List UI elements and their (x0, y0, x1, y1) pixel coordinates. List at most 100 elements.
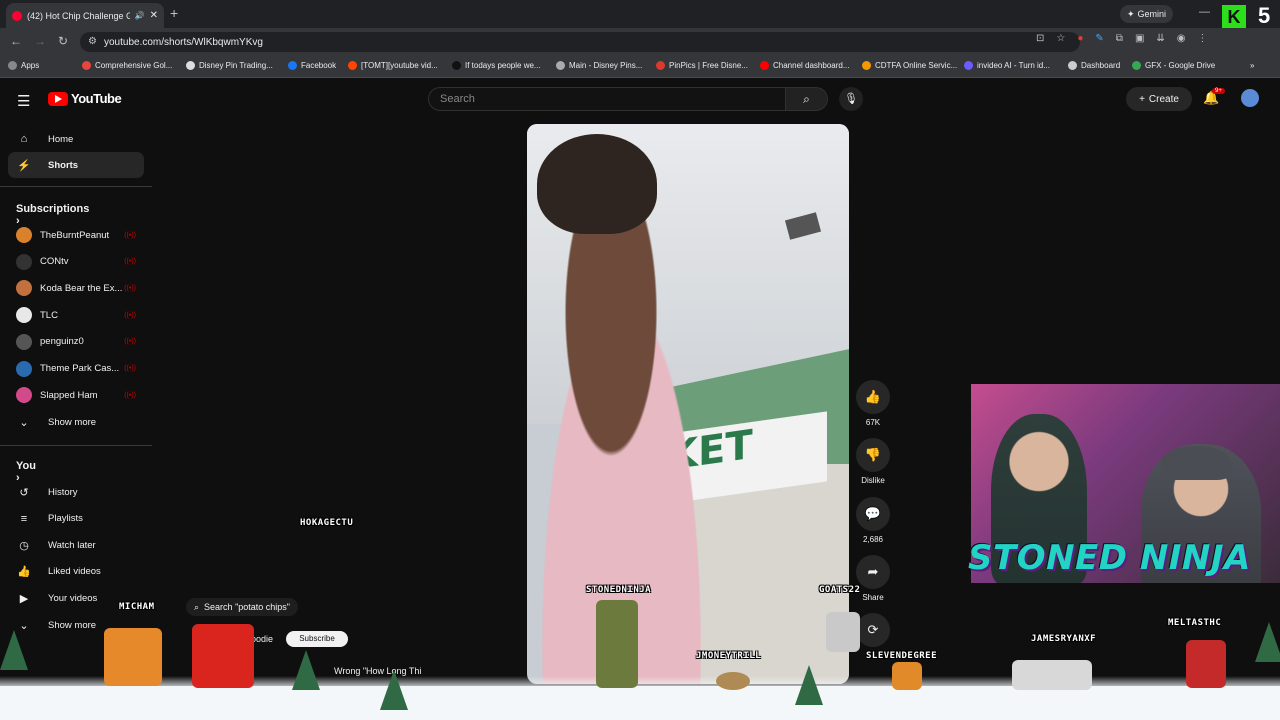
profile-icon[interactable]: ◉ (1177, 33, 1186, 44)
bookmark-item[interactable]: PinPics | Free Disne... (656, 61, 748, 70)
tab-search-icon[interactable]: ⇊ (1156, 33, 1164, 44)
chat-username: JMONEYTRILL (696, 651, 762, 661)
sidebar-item-label: Show more (48, 416, 97, 428)
cat-sprite (1012, 660, 1092, 690)
search-suggestion-pill[interactable]: ⌕ Search "potato chips" (186, 598, 298, 616)
bookmark-item[interactable]: GFX - Google Drive (1132, 61, 1215, 70)
bookmark-item[interactable]: Disney Pin Trading... (186, 61, 273, 70)
sidebar-item-label: penguinz0 (40, 336, 84, 348)
thumbs-down-icon[interactable]: 👎 (856, 438, 890, 472)
sidebar-item-shorts[interactable]: ⚡ Shorts (8, 152, 144, 178)
thumbs-up-icon[interactable]: 👍 (856, 380, 890, 414)
create-button[interactable]: + Create (1126, 87, 1192, 111)
sidebar-item-subscription[interactable]: TLC ((•)) (8, 302, 144, 328)
account-avatar[interactable] (1241, 89, 1259, 107)
sidebar-item-you[interactable]: ↺ History (8, 479, 144, 505)
create-label: Create (1148, 93, 1179, 105)
share-icon[interactable]: ➦ (856, 555, 890, 589)
forward-arrow-icon[interactable]: → (34, 34, 46, 48)
remix-action[interactable]: ⟳ (856, 613, 890, 647)
pine-tree (1255, 622, 1280, 662)
bookmark-label: [TOMT][youtube vid... (361, 61, 438, 70)
sidebar-item-subscription[interactable]: CONtv ((•)) (8, 249, 144, 275)
sidebar-divider (0, 445, 152, 446)
hamburger-menu-icon[interactable]: ☰ (17, 92, 30, 110)
browser-tab-bar: (42) Hot Chip Challenge Go... 🔊 ✕ + ✦ Ge… (0, 0, 1280, 29)
back-arrow-icon[interactable]: ← (10, 34, 22, 48)
sidebar-item-label: Your videos (48, 592, 98, 604)
sidebar-item-subscription[interactable]: Koda Bear the Ex... ((•)) (8, 275, 144, 301)
sidebar-item-you[interactable]: ◷ Watch later (8, 532, 144, 558)
search-input[interactable]: Search (428, 87, 786, 111)
browser-tab-active[interactable]: (42) Hot Chip Challenge Go... 🔊 ✕ (6, 3, 164, 28)
menu-dots-icon[interactable]: ⋮ (1198, 33, 1208, 44)
red-creature-sprite (1186, 640, 1226, 688)
bookmark-label: Comprehensive Gol... (95, 61, 173, 70)
beanie-hat (1161, 446, 1231, 480)
bookmark-favicon-icon (656, 61, 665, 70)
youtube-logo[interactable]: YouTube (48, 91, 122, 106)
remix-icon[interactable]: ⟳ (856, 613, 890, 647)
sidebar-item-you[interactable]: ≡ Playlists (8, 506, 144, 532)
pine-tree (292, 650, 320, 690)
bookmark-item[interactable]: [TOMT][youtube vid... (348, 61, 438, 70)
sidebar-item-you[interactable]: 👍 Liked videos (8, 559, 144, 585)
bookmark-item[interactable]: CDTFA Online Servic... (862, 61, 957, 70)
show-more-subscriptions[interactable]: ⌄ Show more (8, 409, 144, 435)
sidebar-item-label: Home (48, 133, 74, 145)
sidebar-item-subscription[interactable]: Slapped Ham ((•)) (8, 382, 144, 408)
speaker-icon[interactable]: 🔊 (135, 11, 145, 20)
extension-blue-icon[interactable]: ✎ (1095, 33, 1103, 44)
bookmark-item[interactable]: invideo AI - Turn id... (964, 61, 1050, 70)
potato-sprite (716, 672, 750, 690)
reload-icon[interactable]: ↻ (58, 34, 68, 48)
history-icon: ↺ (19, 486, 29, 499)
tab-close-icon[interactable]: ✕ (150, 10, 158, 21)
channel-avatar (16, 227, 32, 243)
extensions-puzzle-icon[interactable]: ⧉ (1116, 33, 1123, 44)
voice-search-button[interactable]: 🎙 (839, 87, 863, 111)
bookmark-item[interactable]: Facebook (288, 61, 336, 70)
live-icon: ((•)) (124, 338, 136, 346)
comment-icon[interactable]: 💬 (856, 497, 890, 531)
sidebar-item-home[interactable]: ⌂ Home (8, 126, 144, 152)
address-bar[interactable]: ⚙ youtube.com/shorts/WlKbqwmYKvg (80, 32, 1080, 52)
extension-red-icon[interactable]: ● (1077, 33, 1083, 44)
bookmark-label: Channel dashboard... (773, 61, 850, 70)
shorts-video-player[interactable]: KET (527, 124, 849, 684)
bookmark-item[interactable]: Main - Disney Pins... (556, 61, 642, 70)
bookmark-favicon-icon (760, 61, 769, 70)
sidebar-item-subscription[interactable]: Theme Park Cas... ((•)) (8, 356, 144, 382)
new-tab-button[interactable]: + (170, 5, 178, 21)
dislike-action[interactable]: 👎 Dislike (856, 438, 890, 485)
subscribe-button[interactable]: Subscribe (286, 631, 348, 647)
like-count: 67K (865, 418, 881, 427)
bookmark-item[interactable]: Apps (8, 61, 39, 70)
bookmark-item[interactable]: Channel dashboard... (760, 61, 850, 70)
bookmark-item[interactable]: If todays people we... (452, 61, 541, 70)
bookmark-label: Disney Pin Trading... (199, 61, 273, 70)
like-action[interactable]: 👍 67K (856, 380, 890, 427)
live-icon: ((•)) (124, 284, 136, 292)
bookmark-favicon-icon (348, 61, 357, 70)
sidepanel-icon[interactable]: ▣ (1135, 33, 1144, 44)
live-icon: ((•)) (124, 391, 136, 399)
live-icon: ((•)) (124, 365, 136, 372)
bookmark-item[interactable]: Comprehensive Gol... (82, 61, 172, 70)
site-info-icon[interactable]: ⚙ (88, 36, 97, 47)
search-button[interactable]: ⌕ (786, 87, 828, 111)
sidebar-item-subscription[interactable]: TheBurntPeanut ((•)) (8, 222, 144, 248)
gemini-button[interactable]: ✦ Gemini (1120, 5, 1174, 23)
shorts-icon: ⚡ (17, 159, 31, 172)
share-action[interactable]: ➦ Share (856, 555, 890, 602)
comments-action[interactable]: 💬 2,686 (856, 497, 890, 544)
channel-avatar (16, 280, 32, 297)
sidebar-item-label: Show more (48, 619, 97, 631)
bookmark-star-icon[interactable]: ☆ (1056, 33, 1065, 44)
minimize-icon[interactable]: — (1199, 6, 1210, 18)
sidebar-item-subscription[interactable]: penguinz0 ((•)) (8, 329, 144, 355)
subscriptions-heading-label: Subscriptions (16, 203, 90, 215)
bookmarks-overflow-icon[interactable]: » (1250, 61, 1254, 70)
install-icon[interactable]: ⊡ (1036, 33, 1044, 44)
bookmark-item[interactable]: Dashboard (1068, 61, 1120, 70)
